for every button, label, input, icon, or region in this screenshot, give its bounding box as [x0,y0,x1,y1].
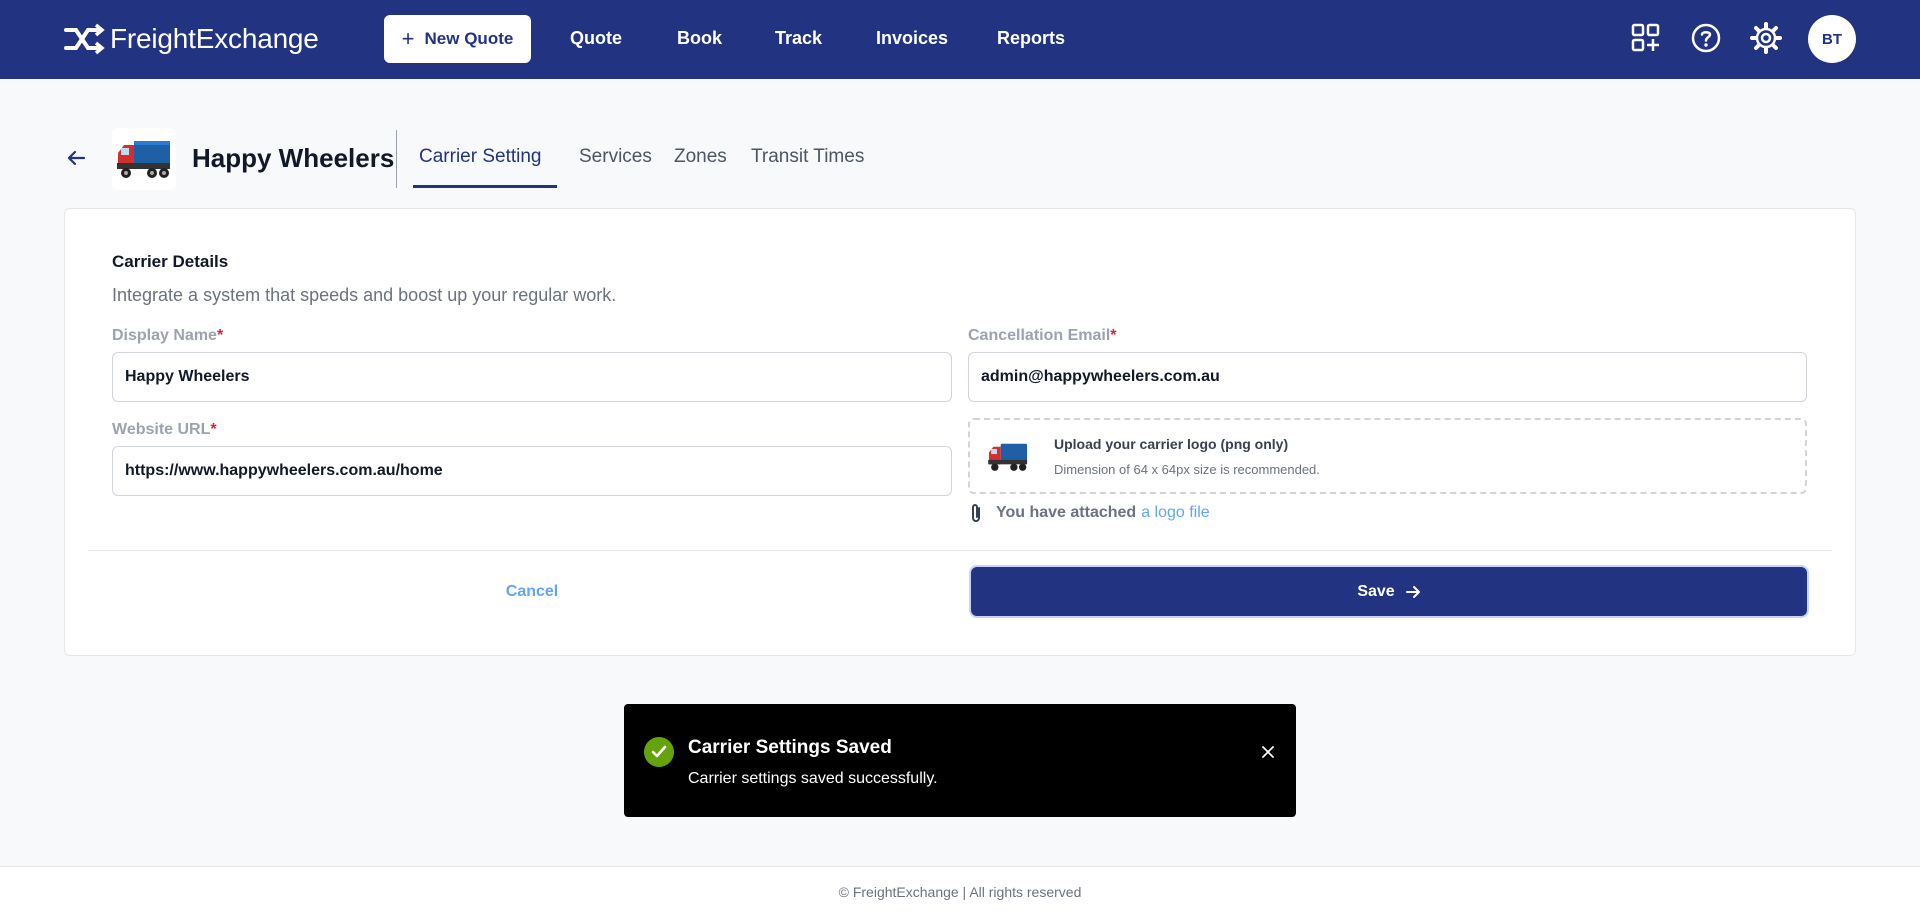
brand-logo[interactable]: FreightExchange [64,20,319,58]
toast-title: Carrier Settings Saved [688,737,892,758]
carrier-logo-image [112,128,176,190]
page-footer: © FreightExchange | All rights reserved [0,866,1920,918]
save-label: Save [1357,582,1395,600]
paperclip-icon [972,504,980,522]
footer-copyright: © FreightExchange | All rights reserved [838,884,1082,900]
display-name-label: Display Name* [112,327,224,344]
shuffle-logo-icon [64,23,105,55]
display-name-input[interactable] [112,352,952,402]
save-button[interactable]: Save [971,567,1807,616]
brand-name: FreightExchange [110,23,319,54]
required-mark: * [1110,327,1117,344]
truck-thumbnail-icon [988,443,1028,471]
upload-title: Upload your carrier logo (png only) [1054,436,1289,452]
attached-text: You have attached [996,504,1137,521]
tab-zones[interactable]: Zones [674,146,727,168]
cancel-button[interactable]: Cancel [112,568,952,616]
success-toast: Carrier Settings Saved Carrier settings … [624,704,1296,817]
carrier-name: Happy Wheelers [192,143,395,173]
nav-book[interactable]: Book [677,28,722,49]
check-circle-icon [644,737,674,767]
logo-file-link[interactable]: a logo file [1141,504,1210,522]
required-mark: * [216,327,224,344]
top-navbar: FreightExchange + New Quote Quote Book T… [0,0,1920,79]
section-title: Carrier Details [112,252,229,271]
website-url-label: Website URL* [112,421,217,438]
user-avatar[interactable]: BT [1808,15,1856,63]
upload-hint: Dimension of 64 x 64px size is recommend… [1054,462,1320,477]
tab-services[interactable]: Services [579,146,652,168]
attachment-status: You have attached a logo file [968,502,1210,524]
section-subtitle: Integrate a system that speeds and boost… [112,285,617,305]
header-divider [396,130,397,188]
form-divider [88,550,1832,551]
required-mark: * [210,421,217,438]
new-quote-label: New Quote [424,29,514,48]
nav-reports[interactable]: Reports [997,28,1065,49]
truck-icon [117,141,170,178]
nav-track[interactable]: Track [775,28,822,49]
nav-invoices[interactable]: Invoices [876,28,948,49]
nav-quote[interactable]: Quote [570,28,622,49]
apps-add-icon[interactable] [1628,20,1664,56]
plus-icon: + [401,26,415,51]
tab-transit-times[interactable]: Transit Times [751,146,864,168]
cancellation-email-input[interactable] [968,352,1807,402]
tab-carrier-setting[interactable]: Carrier Setting [419,146,542,168]
website-url-input[interactable] [112,446,952,496]
new-quote-button[interactable]: + New Quote [384,15,531,63]
active-tab-indicator [413,185,557,188]
cancellation-email-label: Cancellation Email* [968,327,1117,344]
logo-upload-dropzone[interactable]: Upload your carrier logo (png only) Dime… [968,418,1807,494]
close-icon[interactable] [1256,740,1280,764]
back-arrow-icon[interactable] [64,146,88,170]
toast-message: Carrier settings saved successfully. [688,770,938,787]
arrow-right-icon [1405,585,1420,598]
settings-icon[interactable] [1748,20,1784,56]
help-icon[interactable] [1688,20,1724,56]
